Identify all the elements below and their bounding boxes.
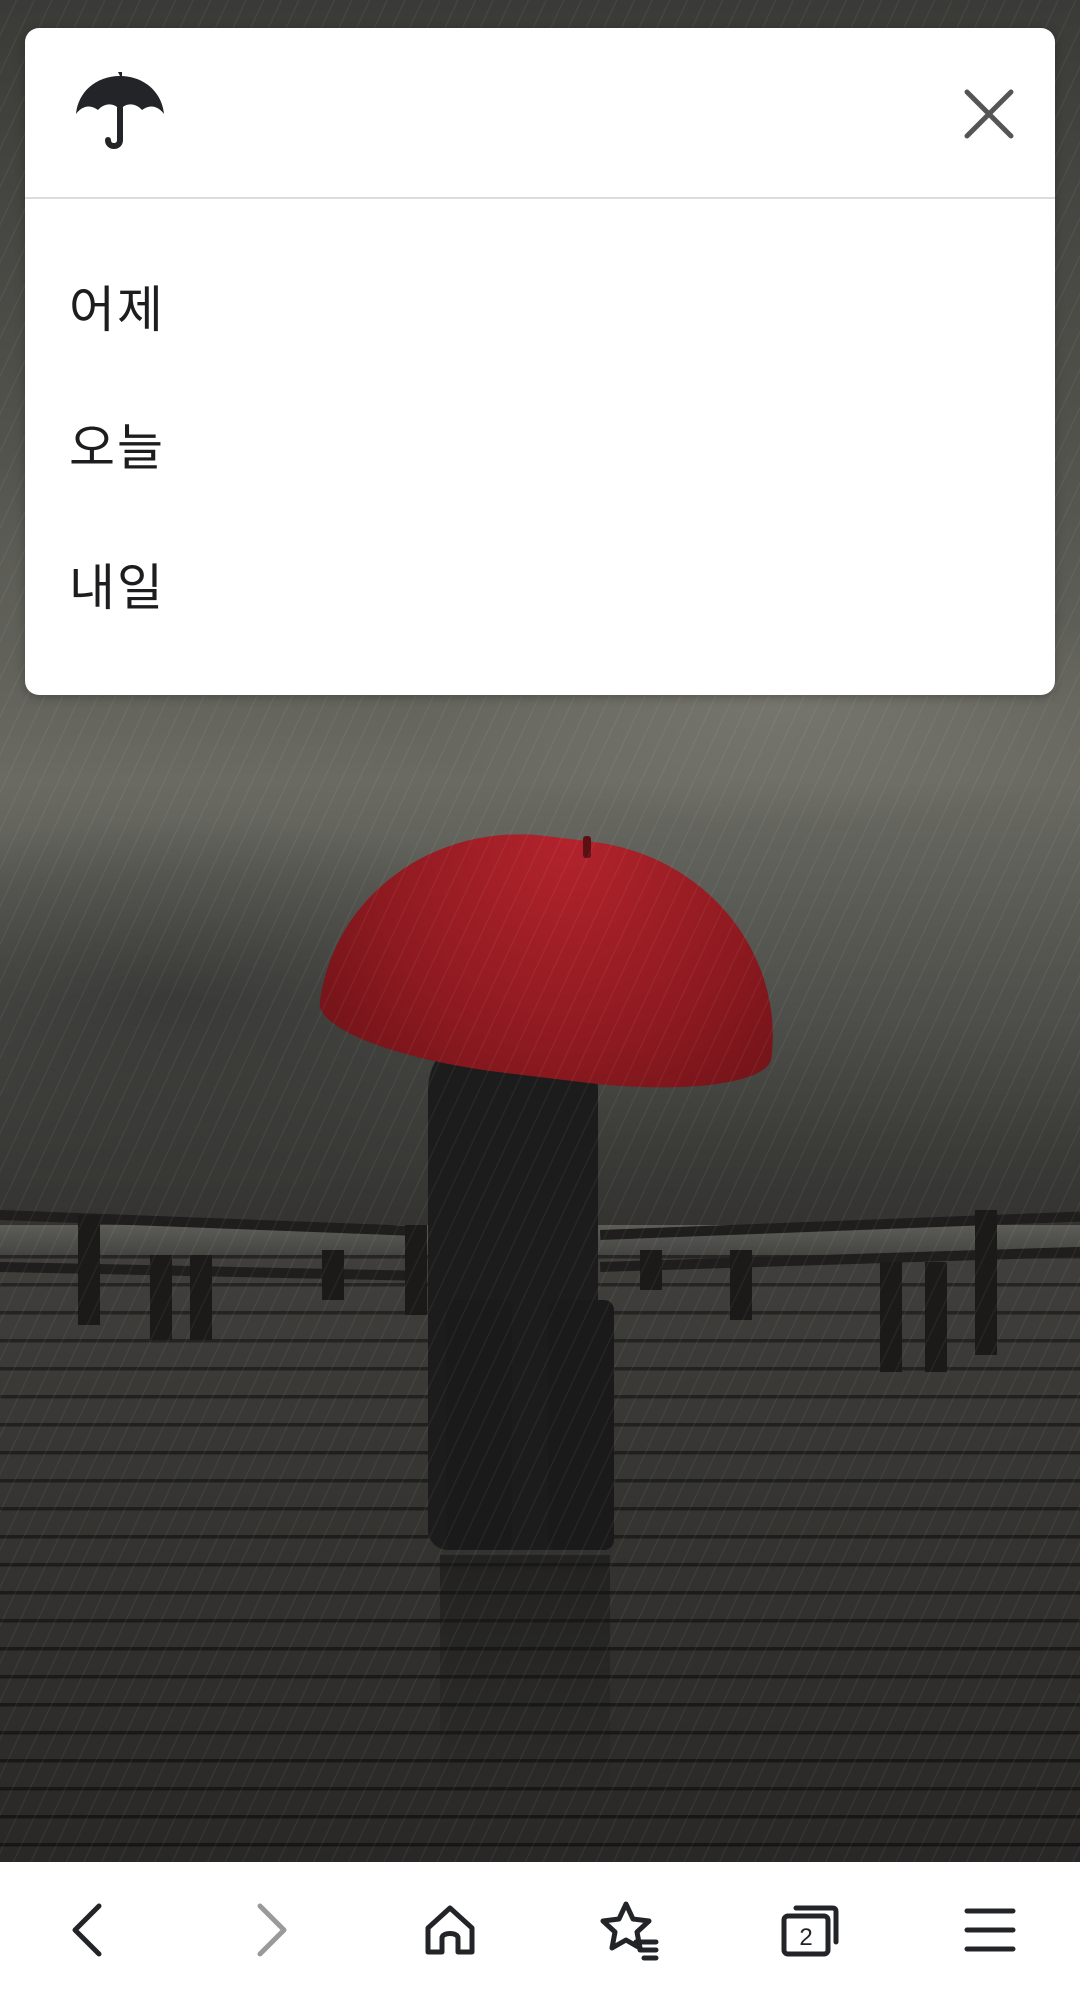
close-icon [964, 89, 1014, 139]
popup-header [25, 28, 1055, 199]
popup-card: 어제 오늘 내일 [25, 28, 1055, 695]
tabs-count: 2 [799, 1924, 812, 1951]
home-button[interactable] [410, 1890, 490, 1970]
chevron-left-icon [72, 1903, 102, 1957]
menu-button[interactable] [950, 1890, 1030, 1970]
back-button[interactable] [47, 1890, 127, 1970]
forward-button[interactable] [232, 1890, 312, 1970]
browser-navbar: 2 [0, 1862, 1080, 1998]
menu-item-today[interactable]: 오늘 [69, 399, 969, 489]
screen: 어제 오늘 내일 2 [0, 0, 1080, 1998]
home-icon [425, 1905, 475, 1955]
chevron-right-icon [257, 1903, 287, 1957]
tabs-icon: 2 [781, 1905, 839, 1957]
tabs-button[interactable]: 2 [770, 1890, 850, 1970]
star-list-icon [600, 1901, 659, 1961]
close-button[interactable] [959, 84, 1019, 144]
menu-item-tomorrow[interactable]: 내일 [69, 539, 969, 629]
hamburger-menu-icon [964, 1908, 1016, 1952]
menu-item-yesterday[interactable]: 어제 [69, 261, 969, 351]
bookmarks-button[interactable] [590, 1890, 670, 1970]
umbrella-icon [72, 68, 168, 154]
